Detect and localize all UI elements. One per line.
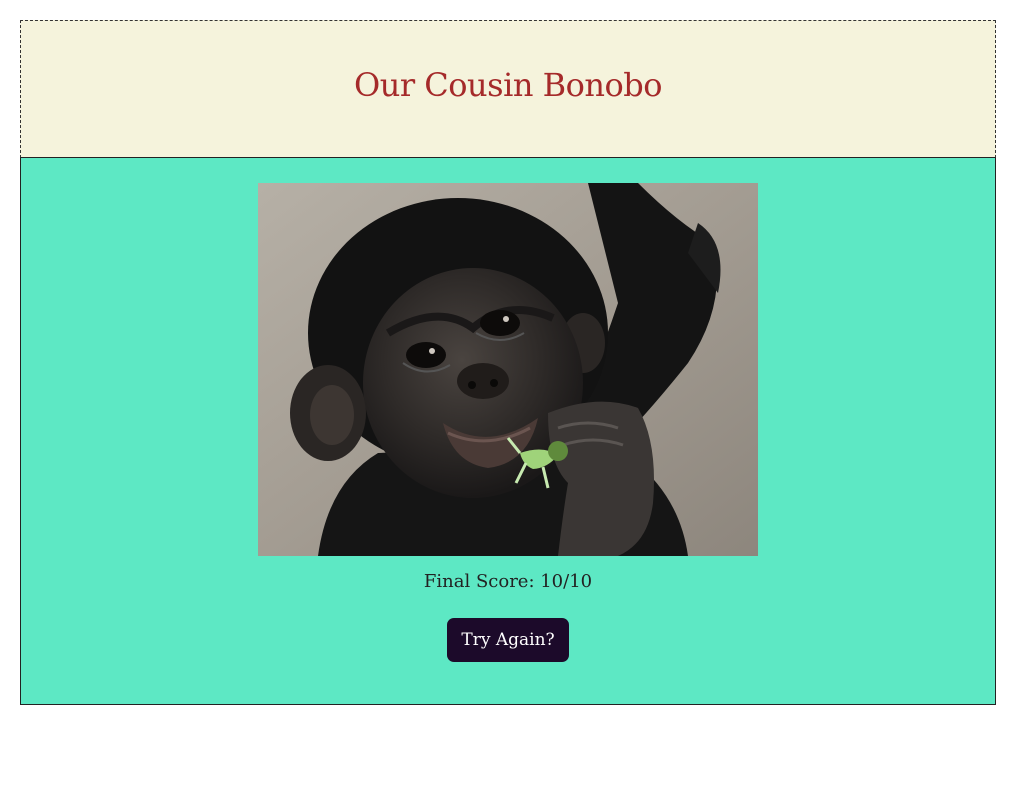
final-score: Final Score: 10/10 [423,571,593,592]
bonobo-photo [258,183,758,556]
result-panel: Final Score: 10/10 Try Again? [20,157,996,705]
quiz-page: Our Cousin Bonobo Final Score: 10/10 Try… [20,20,996,705]
page-header: Our Cousin Bonobo [20,20,996,158]
page-title: Our Cousin Bonobo [353,66,663,104]
try-again-button[interactable]: Try Again? [447,618,569,662]
